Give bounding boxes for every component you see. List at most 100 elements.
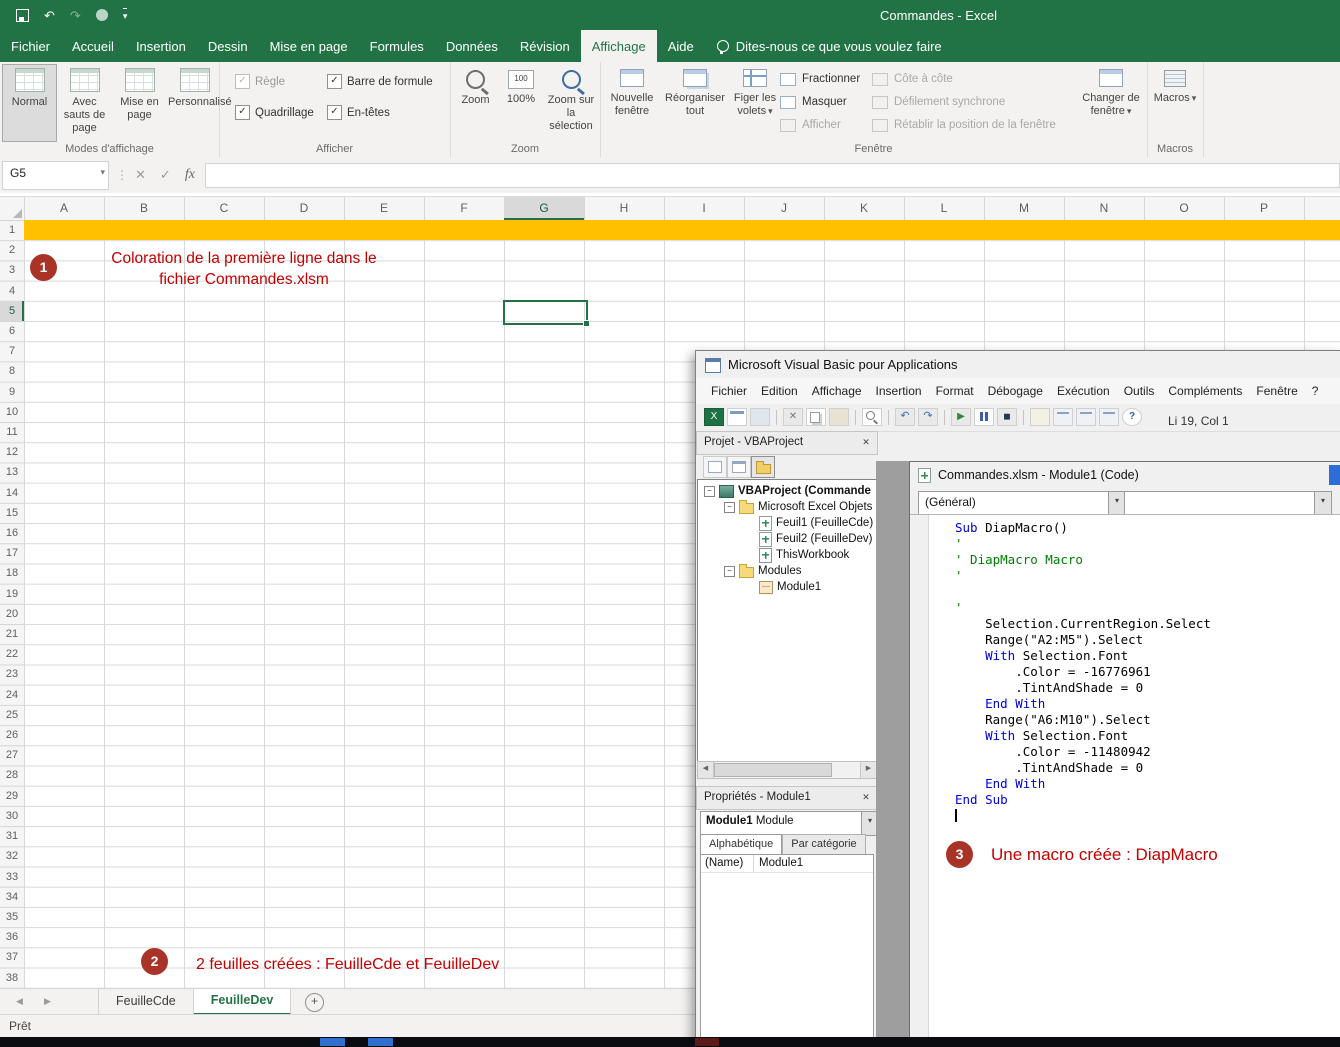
row-header-6[interactable]: 6 bbox=[0, 321, 24, 341]
row-header-3[interactable]: 3 bbox=[0, 260, 24, 280]
project-item-modules[interactable]: Modules bbox=[698, 563, 876, 579]
vba-menu-outils[interactable]: Outils bbox=[1117, 384, 1162, 398]
toggle-folders-icon[interactable] bbox=[751, 456, 775, 478]
row-header-9[interactable]: 9 bbox=[0, 382, 24, 402]
properties-window-icon[interactable] bbox=[1076, 408, 1096, 426]
row-header-22[interactable]: 22 bbox=[0, 644, 24, 664]
procedure-dropdown[interactable] bbox=[1124, 491, 1332, 516]
insert-userform-icon[interactable] bbox=[727, 408, 747, 426]
row-header-14[interactable]: 14 bbox=[0, 483, 24, 503]
row-header-2[interactable]: 2 bbox=[0, 240, 24, 260]
row-header-24[interactable]: 24 bbox=[0, 685, 24, 705]
row-header-29[interactable]: 29 bbox=[0, 786, 24, 806]
row-header-30[interactable]: 30 bbox=[0, 806, 24, 826]
tell-me-box[interactable]: Dites-nous ce que vous voulez faire bbox=[717, 30, 942, 62]
new-sheet-icon[interactable] bbox=[305, 993, 324, 1012]
insert-function-icon[interactable]: fx bbox=[185, 167, 195, 183]
checkbox-quadrillage[interactable]: ✓Quadrillage bbox=[235, 105, 314, 120]
row-header-15[interactable]: 15 bbox=[0, 503, 24, 523]
project-explorer-icon[interactable] bbox=[1053, 408, 1073, 426]
row-header-11[interactable]: 11 bbox=[0, 422, 24, 442]
row-header-19[interactable]: 19 bbox=[0, 584, 24, 604]
vba-menu-insertion[interactable]: Insertion bbox=[869, 384, 929, 398]
view-mode-avec-sauts-de-page[interactable]: Avec sauts de page bbox=[57, 64, 112, 142]
row-header-20[interactable]: 20 bbox=[0, 604, 24, 624]
row-header-27[interactable]: 27 bbox=[0, 745, 24, 765]
view-mode-mise-en-page[interactable]: Mise en page bbox=[112, 64, 167, 142]
column-header-c[interactable]: C bbox=[184, 197, 264, 220]
row-header-34[interactable]: 34 bbox=[0, 887, 24, 907]
view-code-icon[interactable] bbox=[703, 456, 727, 478]
row-header-26[interactable]: 26 bbox=[0, 725, 24, 745]
column-header-h[interactable]: H bbox=[584, 197, 664, 220]
paste-icon[interactable] bbox=[829, 408, 849, 426]
button-zoom[interactable]: Zoom bbox=[453, 66, 498, 107]
property-row[interactable]: (Name)Module1 bbox=[701, 855, 873, 873]
view-object-icon[interactable] bbox=[727, 456, 751, 478]
undo-icon[interactable] bbox=[44, 9, 55, 22]
sheet-tab-feuillecde[interactable]: FeuilleCde bbox=[99, 989, 194, 1015]
column-header-j[interactable]: J bbox=[744, 197, 824, 220]
column-header-l[interactable]: L bbox=[904, 197, 984, 220]
row-header-17[interactable]: 17 bbox=[0, 543, 24, 563]
row-header-28[interactable]: 28 bbox=[0, 765, 24, 785]
properties-panel-header[interactable]: Propriétés - Module1 bbox=[696, 786, 878, 810]
row-header-38[interactable]: 38 bbox=[0, 968, 24, 988]
cut-icon[interactable] bbox=[783, 408, 803, 426]
button-fractionner[interactable]: Fractionner bbox=[780, 70, 860, 88]
row-header-16[interactable]: 16 bbox=[0, 523, 24, 543]
column-header-p[interactable]: P bbox=[1224, 197, 1304, 220]
row-header-37[interactable]: 37 bbox=[0, 947, 24, 967]
row-header-32[interactable]: 32 bbox=[0, 846, 24, 866]
ribbon-tab-insertion[interactable]: Insertion bbox=[125, 30, 197, 62]
column-header-d[interactable]: D bbox=[264, 197, 344, 220]
selected-cell[interactable] bbox=[503, 300, 588, 325]
ribbon-tab-formules[interactable]: Formules bbox=[359, 30, 435, 62]
project-panel-header[interactable]: Projet - VBAProject bbox=[696, 431, 878, 455]
close-icon[interactable] bbox=[859, 435, 873, 449]
macros-button[interactable]: Macros bbox=[1151, 66, 1199, 105]
ribbon-tab-donnees[interactable]: Données bbox=[435, 30, 509, 62]
properties-object-selector[interactable]: Module1 Module bbox=[700, 811, 879, 836]
column-header-a[interactable]: A bbox=[24, 197, 104, 220]
collapse-icon[interactable] bbox=[704, 486, 715, 497]
vba-menu-affichage[interactable]: Affichage bbox=[805, 384, 869, 398]
column-header-e[interactable]: E bbox=[344, 197, 424, 220]
code-window-title-bar[interactable]: Commandes.xlsm - Module1 (Code) bbox=[910, 462, 1340, 489]
object-dropdown[interactable]: (Général) bbox=[918, 491, 1126, 516]
project-item-feuil1-feuillecde[interactable]: Feuil1 (FeuilleCde) bbox=[698, 515, 876, 531]
cancel-icon[interactable] bbox=[135, 167, 146, 183]
column-header-f[interactable]: F bbox=[424, 197, 504, 220]
fill-handle[interactable] bbox=[583, 320, 590, 327]
sheet-nav-left-icon[interactable] bbox=[16, 996, 23, 1007]
project-tree-hscrollbar[interactable] bbox=[697, 761, 877, 779]
run-icon[interactable] bbox=[951, 408, 971, 426]
scrollbar-thumb[interactable] bbox=[714, 763, 832, 777]
button-zoom-sur-la-selection[interactable]: Zoom sur la sélection bbox=[544, 66, 598, 134]
taskbar[interactable] bbox=[0, 1037, 1340, 1047]
ribbon-tab-dessin[interactable]: Dessin bbox=[197, 30, 259, 62]
column-header-b[interactable]: B bbox=[104, 197, 184, 220]
row-header-5[interactable]: 5 bbox=[0, 301, 24, 321]
reset-icon[interactable] bbox=[997, 408, 1017, 426]
row-header-8[interactable]: 8 bbox=[0, 361, 24, 381]
toolbox-icon[interactable] bbox=[1099, 408, 1119, 426]
vba-menu-item[interactable]: ? bbox=[1305, 384, 1326, 398]
vba-menu-edition[interactable]: Edition bbox=[754, 384, 805, 398]
row-header-21[interactable]: 21 bbox=[0, 624, 24, 644]
taskbar-icon[interactable] bbox=[368, 1038, 393, 1046]
ribbon-tab-aide[interactable]: Aide bbox=[657, 30, 705, 62]
button-figer-les-volets[interactable]: Figer les volets bbox=[728, 66, 782, 118]
column-header-o[interactable]: O bbox=[1144, 197, 1224, 220]
button-masquer[interactable]: Masquer bbox=[780, 93, 860, 111]
ribbon-tab-affichage[interactable]: Affichage bbox=[581, 30, 657, 62]
row-header-18[interactable]: 18 bbox=[0, 563, 24, 583]
scroll-right-icon[interactable] bbox=[860, 762, 876, 778]
vba-menu-debogage[interactable]: Débogage bbox=[981, 384, 1050, 398]
customize-quick-access-icon[interactable] bbox=[123, 8, 128, 23]
excel-icon[interactable] bbox=[704, 408, 724, 426]
row-header-33[interactable]: 33 bbox=[0, 867, 24, 887]
row-header-25[interactable]: 25 bbox=[0, 705, 24, 725]
column-header-m[interactable]: M bbox=[984, 197, 1064, 220]
vba-menu-fichier[interactable]: Fichier bbox=[704, 384, 754, 398]
